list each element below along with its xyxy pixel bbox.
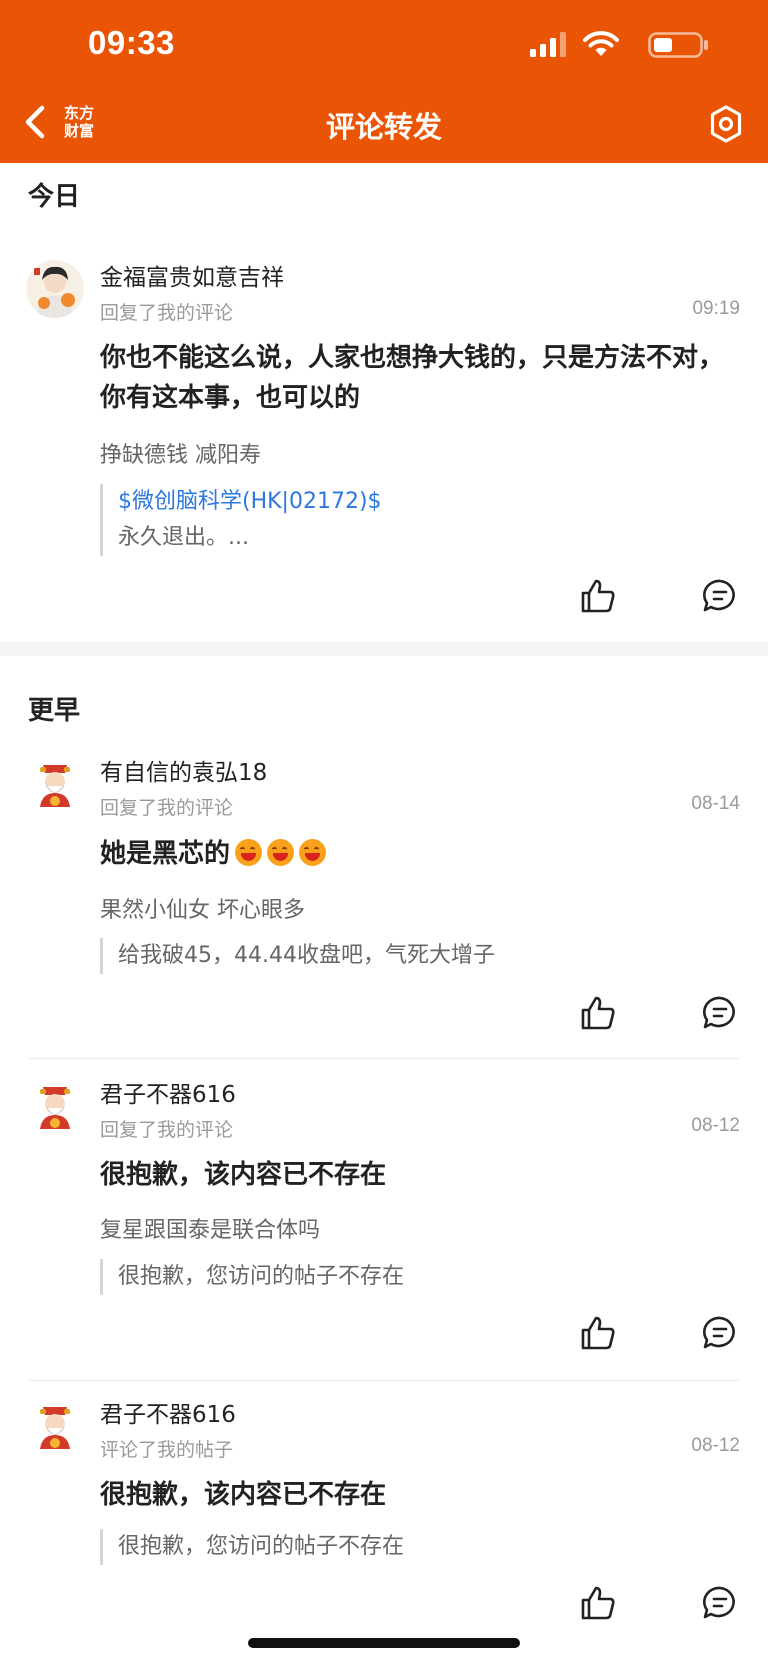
comment-text[interactable]: 你也不能这么说，人家也想挣大钱的，只是方法不对，你有这本事，也可以的 — [100, 338, 740, 418]
action-text: 回复了我的评论 — [100, 797, 234, 819]
page-title: 评论转发 — [325, 110, 442, 144]
quote-text: 永久退出。... — [118, 525, 249, 550]
section-header-earlier: 更早 — [28, 696, 81, 726]
battery-icon — [648, 32, 708, 58]
quoted-post[interactable]: 很抱歉，您访问的帖子不存在 — [100, 1529, 748, 1565]
laughing-emoji-icon — [235, 839, 263, 866]
user-name[interactable]: 金福富贵如意吉祥 — [100, 258, 284, 292]
comment-text[interactable]: 她是黑芯的 — [100, 834, 740, 874]
laughing-emoji-icon — [267, 839, 295, 866]
top-bar: 09:33 东方 财富 评论转发 — [0, 0, 768, 163]
quote-text: 很抱歉，您访问的帖子不存在 — [118, 1264, 405, 1289]
user-name[interactable]: 有自信的袁弘18 — [100, 753, 267, 787]
gear-icon[interactable] — [706, 104, 746, 144]
original-comment[interactable]: 复星跟国泰是联合体吗 — [100, 1212, 320, 1244]
status-icons — [510, 30, 710, 60]
timestamp: 08-12 — [691, 1435, 740, 1456]
avatar[interactable] — [26, 755, 84, 813]
avatar[interactable] — [26, 260, 84, 318]
item-divider — [28, 1380, 740, 1381]
home-indicator[interactable] — [248, 1638, 520, 1648]
action-text: 回复了我的评论 — [100, 302, 234, 324]
comment-text[interactable]: 很抱歉，该内容已不存在 — [100, 1155, 740, 1195]
quote-text: 给我破45，44.44收盘吧，气死大增子 — [118, 943, 495, 968]
comment-text[interactable]: 很抱歉，该内容已不存在 — [100, 1475, 740, 1515]
comment-body: 她是黑芯的 — [100, 839, 231, 869]
section-divider — [0, 642, 768, 656]
quoted-post[interactable]: $微创脑科学(HK|02172)$ 永久退出。... — [100, 484, 748, 556]
section-header-today: 今日 — [28, 182, 81, 212]
action-text: 回复了我的评论 — [100, 1119, 234, 1141]
thumbs-up-icon[interactable] — [580, 1585, 616, 1621]
signal-icon — [530, 32, 566, 57]
comment-icon[interactable] — [702, 995, 738, 1031]
comment-icon[interactable] — [702, 578, 738, 614]
action-text: 评论了我的帖子 — [100, 1439, 234, 1461]
original-comment[interactable]: 果然小仙女 坏心眼多 — [100, 892, 305, 924]
avatar[interactable] — [26, 1077, 84, 1135]
user-name[interactable]: 君子不器616 — [100, 1075, 236, 1109]
item-divider — [28, 1058, 740, 1059]
thumbs-up-icon[interactable] — [580, 578, 616, 614]
thumbs-up-icon[interactable] — [580, 1315, 616, 1351]
timestamp: 08-14 — [691, 793, 740, 814]
avatar[interactable] — [26, 1397, 84, 1455]
status-time: 09:33 — [88, 24, 175, 61]
quoted-post[interactable]: 很抱歉，您访问的帖子不存在 — [100, 1259, 748, 1295]
user-name[interactable]: 君子不器616 — [100, 1395, 236, 1429]
quote-text: 很抱歉，您访问的帖子不存在 — [118, 1534, 405, 1559]
timestamp: 08-12 — [691, 1115, 740, 1136]
wifi-icon — [583, 31, 619, 56]
thumbs-up-icon[interactable] — [580, 995, 616, 1031]
laughing-emoji-icon — [299, 839, 327, 866]
quoted-post[interactable]: 给我破45，44.44收盘吧，气死大增子 — [100, 938, 748, 974]
original-comment[interactable]: 挣缺德钱 减阳寿 — [100, 437, 261, 469]
comment-icon[interactable] — [702, 1585, 738, 1621]
timestamp: 09:19 — [692, 298, 740, 319]
stock-link[interactable]: $微创脑科学(HK|02172)$ — [118, 484, 748, 520]
comment-icon[interactable] — [702, 1315, 738, 1351]
